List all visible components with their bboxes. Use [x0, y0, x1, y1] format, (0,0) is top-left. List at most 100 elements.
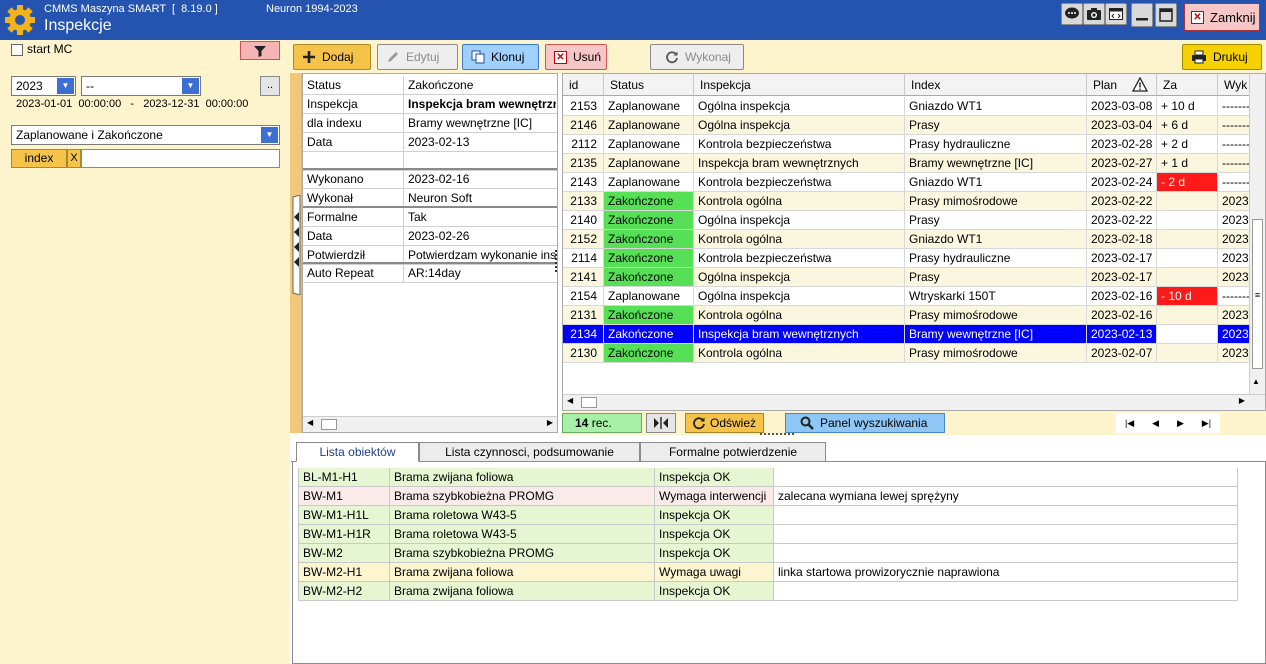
index-filter-label[interactable]: index [11, 149, 67, 168]
column-header-6[interactable]: Za [1157, 74, 1218, 96]
list-item[interactable]: BW-M2 Brama szybkobieżna PROMG Inspekcja O… [298, 544, 1238, 563]
camera-icon[interactable] [1083, 3, 1105, 25]
table-row[interactable]: 2135 Zaplanowane Inspekcja bram wewnętrzny… [563, 154, 1265, 173]
last-record-icon[interactable]: ▶| [1202, 418, 1211, 429]
more-button[interactable]: .. [260, 76, 280, 96]
start-mc-checkbox[interactable] [11, 44, 23, 56]
column-header-1[interactable]: id [563, 74, 604, 96]
grid-hscrollbar[interactable]: ◀ ▶ [563, 394, 1265, 410]
minimize-icon[interactable] [1131, 3, 1153, 27]
grid-vscrollbar[interactable]: ≡ [1249, 74, 1265, 394]
scroll-thumb[interactable] [321, 419, 337, 430]
list-item[interactable]: BW-M1 Brama szybkobieżna PROMG Wymaga inte… [298, 487, 1238, 506]
add-button[interactable]: Dodaj [293, 44, 371, 70]
tab-activity-list[interactable]: Lista czynnosci, podsumowanie [419, 442, 640, 462]
search-panel-button[interactable]: Panel wyszukiwania [785, 413, 945, 433]
close-button[interactable]: ✕ Zamknij [1184, 3, 1260, 31]
object-result: Inspekcja OK [655, 468, 774, 487]
list-item[interactable]: BW-M1-H1L Brama roletowa W43-5 Inspekcja O… [298, 506, 1238, 525]
panel-splitter[interactable] [290, 73, 302, 433]
table-row[interactable]: 2146 Zaplanowane Ogólna inspekcja Prasy 2023… [563, 116, 1265, 135]
maximize-icon[interactable] [1155, 3, 1177, 27]
list-item[interactable]: BW-M2-H2 Brama zwijana foliowa Inspekcja O… [298, 582, 1238, 601]
year-select[interactable]: 2023 ▼ [11, 76, 76, 96]
fit-columns-button[interactable] [646, 413, 676, 433]
cell-za [1157, 249, 1218, 268]
cell-plan: 2023-02-22 [1087, 192, 1157, 211]
vertical-splitter[interactable] [555, 250, 557, 272]
cell-id: 2153 [563, 97, 604, 116]
refresh-button[interactable]: Odśwież [685, 413, 764, 433]
filter-button[interactable] [240, 41, 280, 60]
column-header-2[interactable]: Status [604, 74, 694, 96]
cell-status: Zaplanowane [604, 97, 694, 116]
scroll-right-icon[interactable]: ▶ [1239, 396, 1245, 405]
clone-button[interactable]: Klonuj [462, 44, 539, 70]
table-row[interactable]: 2153 Zaplanowane Ogólna inspekcja Gniazdo W… [563, 97, 1265, 116]
detail-separator [303, 206, 557, 208]
code-window-icon[interactable] [1105, 3, 1127, 25]
column-header-5[interactable]: Plan [1087, 74, 1157, 96]
cell-za [1157, 211, 1218, 230]
list-item[interactable]: BW-M1-H1R Brama roletowa W43-5 Inspekcja O… [298, 525, 1238, 544]
table-row[interactable]: 2131 Zakończone Kontrola ogólna Prasy mimoś… [563, 306, 1265, 325]
next-record-icon[interactable]: ▶ [1177, 418, 1184, 429]
chevron-down-icon: ▼ [182, 78, 199, 94]
tab-object-list[interactable]: Lista obiektów [296, 442, 419, 462]
detail-value: 2023-02-13 [408, 135, 470, 149]
add-label: Dodaj [322, 50, 354, 64]
scroll-left-icon[interactable]: ◀ [567, 396, 573, 405]
table-row[interactable]: 2112 Zaplanowane Kontrola bezpieczeństwa Pr… [563, 135, 1265, 154]
scroll-left-icon[interactable]: ◀ [307, 418, 313, 427]
period-select[interactable]: -- ▼ [81, 76, 201, 96]
cell-status: Zakończone [604, 268, 694, 287]
column-header-label: Inspekcja [700, 78, 751, 92]
column-header-label: Za [1163, 78, 1178, 92]
scroll-thumb[interactable]: ≡ [1252, 219, 1263, 369]
warning-icon [1131, 76, 1149, 93]
scroll-thumb[interactable] [581, 397, 597, 408]
details-hscrollbar[interactable]: ◀ ▶ [303, 416, 557, 432]
record-count-unit: rec. [591, 416, 612, 430]
column-header-3[interactable]: Inspekcja [694, 74, 905, 96]
tab-formal-confirmation[interactable]: Formalne potwierdzenie [640, 442, 826, 462]
list-item[interactable]: BL-M1-H1 Brama zwijana foliowa Inspekcja O… [298, 468, 1238, 487]
table-row[interactable]: 2134 Zakończone Inspekcja bram wewnętrznyc… [563, 325, 1265, 344]
table-row[interactable]: 2140 Zakończone Ogólna inspekcja Prasy 2023-… [563, 211, 1265, 230]
table-row[interactable]: 2143 Zaplanowane Kontrola bezpieczeństwa Gn… [563, 173, 1265, 192]
print-button[interactable]: Drukuj [1182, 44, 1262, 70]
cell-status: Zakończone [604, 192, 694, 211]
detail-row: Auto Repeat AR:14day [303, 264, 557, 283]
first-record-icon[interactable]: |◀ [1125, 418, 1134, 429]
detail-row: Data 2023-02-26 [303, 227, 557, 246]
list-item[interactable]: BW-M2-H1 Brama zwijana foliowa Wymaga uwag… [298, 563, 1238, 582]
cell-insp: Inspekcja bram wewnętrznych [694, 154, 905, 173]
clone-label[interactable]: Klonuj [491, 50, 524, 64]
detail-key: Wykonano [303, 170, 404, 188]
horizontal-splitter[interactable] [760, 433, 794, 437]
close-icon: ✕ [1191, 10, 1204, 24]
table-row[interactable]: 2114 Zakończone Kontrola bezpieczeństwa Pra… [563, 249, 1265, 268]
scroll-up-icon[interactable]: ▲ [1252, 377, 1260, 386]
edit-button[interactable]: Edytuj [377, 44, 458, 70]
table-row[interactable]: 2133 Zakończone Kontrola ogólna Prasy mimoś… [563, 192, 1265, 211]
index-filter-input[interactable] [81, 149, 280, 168]
status-filter-select[interactable]: Zaplanowane i Zakończone ▼ [11, 125, 280, 145]
cell-za: + 1 d [1157, 154, 1218, 173]
execute-button[interactable]: Wykonaj [650, 44, 744, 70]
cell-insp: Kontrola ogólna [694, 306, 905, 325]
cell-index: Prasy [905, 268, 1087, 287]
index-clear-button[interactable]: X [67, 149, 81, 168]
column-header-4[interactable]: Index [905, 74, 1087, 96]
cell-insp: Kontrola ogólna [694, 344, 905, 363]
cell-plan: 2023-02-24 [1087, 173, 1157, 192]
table-row[interactable]: 2141 Zakończone Ogólna inspekcja Prasy 2023-… [563, 268, 1265, 287]
delete-button[interactable]: ✕ Usuń [545, 44, 607, 70]
prev-record-icon[interactable]: ◀ [1152, 418, 1159, 429]
cell-za [1157, 325, 1218, 344]
table-row[interactable]: 2130 Zakończone Kontrola ogólna Prasy mimoś… [563, 344, 1265, 363]
scroll-right-icon[interactable]: ▶ [547, 418, 553, 427]
table-row[interactable]: 2152 Zakończone Kontrola ogólna Gniazdo WT1… [563, 230, 1265, 249]
table-row[interactable]: 2154 Zaplanowane Ogólna inspekcja Wtryskark… [563, 287, 1265, 306]
chat-icon[interactable] [1061, 3, 1083, 25]
